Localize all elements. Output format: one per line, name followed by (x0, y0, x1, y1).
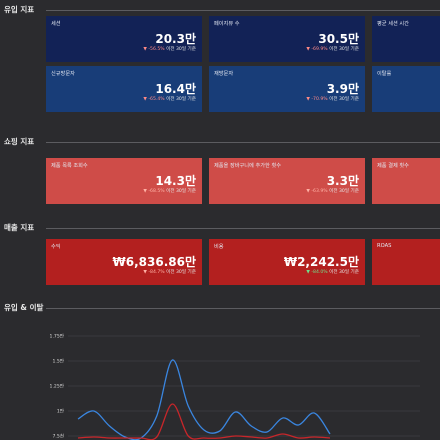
metric-card-bounce-rate[interactable]: 이탈률 (372, 66, 440, 112)
y-tick-label: 1.75만 (50, 333, 65, 340)
card-value: 16.4만 (155, 82, 196, 96)
card-label: 비용 (214, 244, 224, 250)
card-value: 30.5만 (318, 32, 359, 46)
metric-card-checkouts[interactable]: 제품 결제 횟수 (372, 158, 440, 204)
section-title-inflow: 유입 지표 (4, 5, 35, 14)
card-label: 수익 (51, 244, 61, 250)
metric-card-roas[interactable]: ROAS (372, 239, 440, 285)
card-label: 제품 결제 횟수 (377, 163, 409, 169)
card-value: 3.3만 (326, 174, 359, 188)
y-tick-label: 7.5천 (52, 433, 64, 440)
card-label: 페이지뷰 수 (214, 21, 240, 27)
section-divider (46, 10, 440, 11)
card-value: 20.3만 (155, 32, 196, 46)
card-value: ₩6,836.86만 (112, 255, 197, 269)
card-label: ROAS (377, 243, 392, 249)
card-value: 14.3만 (155, 174, 196, 188)
card-change: ▼ -65.4% 이전 30일 기준 (143, 97, 196, 102)
y-tick-label: 1.5만 (52, 358, 64, 365)
y-tick-label: 1만 (57, 408, 65, 415)
section-divider (46, 308, 440, 309)
card-change: ▼ -70.9% 이전 30일 기준 (306, 97, 359, 102)
section-divider (46, 228, 440, 229)
card-change: ▼ -63.9% 이전 30일 기준 (306, 189, 359, 194)
section-divider (46, 142, 440, 143)
card-change: ▼ -69.9% 이전 30일 기준 (306, 47, 359, 52)
metric-card-product-list-views[interactable]: 제품 목록 조회수 14.3만 ▼ -68.5% 이전 30일 기준 (46, 158, 202, 204)
card-label: 재방문자 (214, 71, 234, 77)
metric-card-avg-session-time[interactable]: 평균 세션 시간 (372, 16, 440, 62)
series-line-0 (77, 359, 331, 440)
section-title-inflow-exit: 유입 & 이탈 (4, 303, 44, 312)
metric-card-add-to-cart[interactable]: 제품을 장바구니에 추가한 횟수 3.3만 ▼ -63.9% 이전 30일 기준 (209, 158, 365, 204)
card-label: 세션 (51, 21, 61, 27)
metric-card-returning-visitors[interactable]: 재방문자 3.9만 ▼ -70.9% 이전 30일 기준 (209, 66, 365, 112)
section-title-sales: 매출 지표 (4, 223, 35, 232)
card-change: ▼ -84.7% 이전 30일 기준 (143, 270, 196, 275)
y-tick-label: 1.25만 (50, 383, 65, 390)
metric-card-pageviews[interactable]: 페이지뷰 수 30.5만 ▼ -69.9% 이전 30일 기준 (209, 16, 365, 62)
card-label: 제품 목록 조회수 (51, 163, 88, 169)
metric-card-sessions[interactable]: 세션 20.3만 ▼ -56.5% 이전 30일 기준 (46, 16, 202, 62)
card-label: 신규방문자 (51, 71, 75, 77)
card-change: ▼ -68.5% 이전 30일 기준 (143, 189, 196, 194)
section-title-shopping: 쇼핑 지표 (4, 137, 35, 146)
metric-card-revenue[interactable]: 수익 ₩6,836.86만 ▼ -84.7% 이전 30일 기준 (46, 239, 202, 285)
card-change: ▼ -56.5% 이전 30일 기준 (143, 47, 196, 52)
card-change: ▼ -84.0% 이전 30일 기준 (306, 270, 359, 275)
card-label: 제품을 장바구니에 추가한 횟수 (214, 163, 281, 169)
card-label: 이탈률 (377, 71, 392, 77)
inflow-exit-line-chart[interactable]: 1.75만 1.5만 1.25만 1만 7.5천 (0, 318, 440, 440)
card-label: 평균 세션 시간 (377, 21, 409, 27)
card-value: ₩2,242.5만 (283, 255, 359, 269)
card-value: 3.9만 (326, 82, 359, 96)
metric-card-cost[interactable]: 비용 ₩2,242.5만 ▼ -84.0% 이전 30일 기준 (209, 239, 365, 285)
metric-card-new-visitors[interactable]: 신규방문자 16.4만 ▼ -65.4% 이전 30일 기준 (46, 66, 202, 112)
